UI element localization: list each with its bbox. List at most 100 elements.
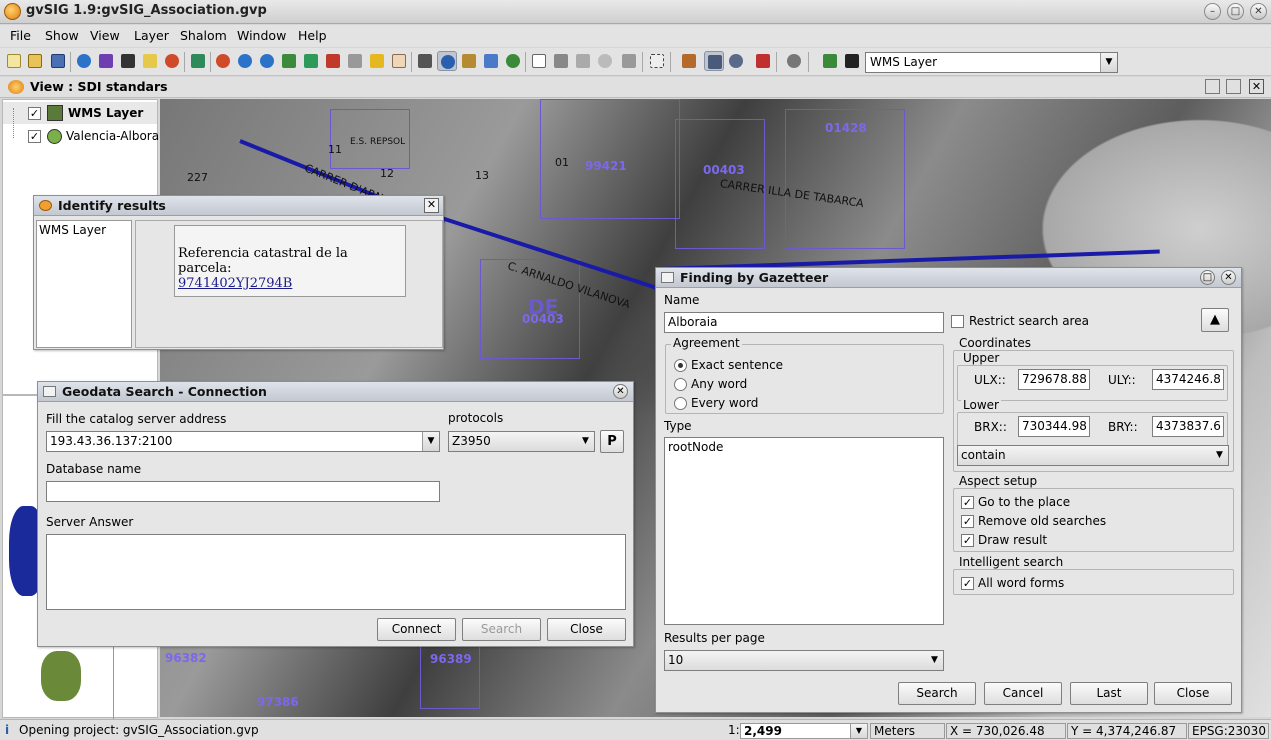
go-to-place-checkbox[interactable]: ✓ xyxy=(961,496,974,509)
close-window-button[interactable]: ✕ xyxy=(1250,3,1267,20)
results-per-page-select[interactable]: 10 ▼ xyxy=(664,650,944,671)
scale-input[interactable]: 2,499 ▼ xyxy=(740,723,868,739)
search-button[interactable]: Search xyxy=(462,618,541,641)
collapse-button[interactable]: ▲ xyxy=(1201,308,1229,332)
ulx-input[interactable]: 729678.88 xyxy=(1018,369,1090,390)
connect-button[interactable]: Connect xyxy=(377,618,456,641)
chevron-down-icon[interactable]: ▼ xyxy=(577,432,594,451)
chevron-down-icon[interactable]: ▼ xyxy=(1211,446,1228,465)
maximize-window-button[interactable]: □ xyxy=(1227,3,1244,20)
protocol-properties-button[interactable]: P xyxy=(600,430,624,453)
select-pointer-icon[interactable] xyxy=(551,51,571,71)
grid-icon[interactable] xyxy=(647,51,667,71)
every-word-radio[interactable] xyxy=(674,397,687,410)
select-rectangle-icon[interactable] xyxy=(573,51,593,71)
menu-layer[interactable]: Layer xyxy=(134,28,169,43)
table-icon[interactable] xyxy=(140,51,160,71)
pan-hand-icon[interactable] xyxy=(389,51,409,71)
select-icon[interactable] xyxy=(529,51,549,71)
close-view-icon[interactable]: ✕ xyxy=(1249,79,1264,94)
close-icon[interactable]: ✕ xyxy=(1221,270,1236,285)
layer-name[interactable]: WMS Layer xyxy=(68,106,143,120)
server-answer-textarea[interactable] xyxy=(46,534,626,610)
menu-window[interactable]: Window xyxy=(237,28,286,43)
zoom-out-icon[interactable] xyxy=(257,51,277,71)
active-layer-select[interactable]: WMS Layer ▼ xyxy=(865,52,1118,73)
type-tree-item[interactable]: rootNode xyxy=(668,440,723,454)
close-icon[interactable]: ✕ xyxy=(613,384,628,399)
export-icon[interactable] xyxy=(753,51,773,71)
close-button[interactable]: Close xyxy=(547,618,626,641)
any-word-radio[interactable] xyxy=(674,378,687,391)
save-project-icon[interactable] xyxy=(48,51,68,71)
locator-icon[interactable] xyxy=(367,51,387,71)
layer-visibility-checkbox[interactable]: ✓ xyxy=(28,107,41,120)
remove-old-searches-checkbox[interactable]: ✓ xyxy=(961,515,974,528)
measure-icon[interactable] xyxy=(415,51,435,71)
gazetteer-last-button[interactable]: Last xyxy=(1070,682,1148,705)
restore-icon[interactable]: □ xyxy=(1200,270,1215,285)
identify-layer-item[interactable]: WMS Layer xyxy=(39,223,106,237)
full-extent-icon[interactable] xyxy=(301,51,321,71)
database-name-input[interactable] xyxy=(46,481,440,502)
menu-help[interactable]: Help xyxy=(298,28,327,43)
chevron-down-icon[interactable]: ▼ xyxy=(1100,53,1117,72)
info-icon[interactable] xyxy=(437,51,457,71)
chevron-down-icon[interactable]: ▼ xyxy=(422,432,439,451)
zoom-tool-icon[interactable] xyxy=(213,51,233,71)
bry-input[interactable]: 4373837.6 xyxy=(1152,416,1224,437)
zoom-in-icon[interactable] xyxy=(235,51,255,71)
toc-layer-row[interactable]: ✓ Valencia-Albora xyxy=(3,126,159,148)
view-icon[interactable] xyxy=(188,51,208,71)
gazetteer-cancel-button[interactable]: Cancel xyxy=(984,682,1062,705)
minimize-window-button[interactable]: – xyxy=(1204,3,1221,20)
open-project-icon[interactable] xyxy=(25,51,45,71)
cadastral-reference-link[interactable]: 9741402YJ2794B xyxy=(178,276,292,291)
previous-zoom-icon[interactable] xyxy=(345,51,365,71)
restrict-search-checkbox[interactable] xyxy=(951,315,964,328)
gazetteer-icon[interactable] xyxy=(704,51,724,71)
layer-visibility-checkbox[interactable]: ✓ xyxy=(28,130,41,143)
zoom-select-icon[interactable] xyxy=(323,51,343,71)
print-icon[interactable] xyxy=(118,51,138,71)
layer-name[interactable]: Valencia-Albora xyxy=(66,129,159,143)
tools-icon[interactable] xyxy=(679,51,699,71)
type-tree[interactable]: rootNode xyxy=(664,437,944,625)
spatial-relation-select[interactable]: contain ▼ xyxy=(957,445,1229,466)
menu-shalom[interactable]: Shalom xyxy=(180,28,227,43)
select-polygon-icon[interactable] xyxy=(595,51,615,71)
ruler-icon[interactable] xyxy=(459,51,479,71)
hyperlink-icon[interactable] xyxy=(503,51,523,71)
edit-icon[interactable] xyxy=(162,51,182,71)
binoculars-icon[interactable] xyxy=(842,51,862,71)
layer-properties-icon[interactable] xyxy=(96,51,116,71)
place-name-input[interactable]: Alboraia xyxy=(664,312,944,333)
find-icon[interactable] xyxy=(784,51,804,71)
add-layer-icon[interactable] xyxy=(74,51,94,71)
exact-sentence-radio[interactable] xyxy=(674,359,687,372)
toc-layer-row[interactable]: ✓ WMS Layer xyxy=(3,102,157,124)
uly-input[interactable]: 4374246.8 xyxy=(1152,369,1224,390)
layers-icon[interactable] xyxy=(279,51,299,71)
catalog-search-icon[interactable] xyxy=(726,51,746,71)
protocol-select[interactable]: Z3950 ▼ xyxy=(448,431,595,452)
all-word-forms-checkbox[interactable]: ✓ xyxy=(961,577,974,590)
chevron-down-icon[interactable]: ▼ xyxy=(926,651,943,670)
menu-show[interactable]: Show xyxy=(45,28,79,43)
new-project-icon[interactable] xyxy=(4,51,24,71)
gazetteer-search-button[interactable]: Search xyxy=(898,682,976,705)
identify-layer-list[interactable]: WMS Layer xyxy=(36,220,132,348)
chevron-down-icon[interactable]: ▼ xyxy=(850,724,867,738)
gazetteer-close-button[interactable]: Close xyxy=(1154,682,1232,705)
server-address-input[interactable]: 193.43.36.137:2100 ▼ xyxy=(46,431,440,452)
area-icon[interactable] xyxy=(481,51,501,71)
draw-result-checkbox[interactable]: ✓ xyxy=(961,534,974,547)
menu-view[interactable]: View xyxy=(90,28,120,43)
menu-file[interactable]: File xyxy=(10,28,31,43)
iconify-view-icon[interactable] xyxy=(1205,79,1220,94)
select-by-layer-icon[interactable] xyxy=(619,51,639,71)
restore-view-icon[interactable] xyxy=(1226,79,1241,94)
close-icon[interactable]: ✕ xyxy=(424,198,439,213)
brx-input[interactable]: 730344.98 xyxy=(1018,416,1090,437)
layer-add-icon[interactable] xyxy=(820,51,840,71)
